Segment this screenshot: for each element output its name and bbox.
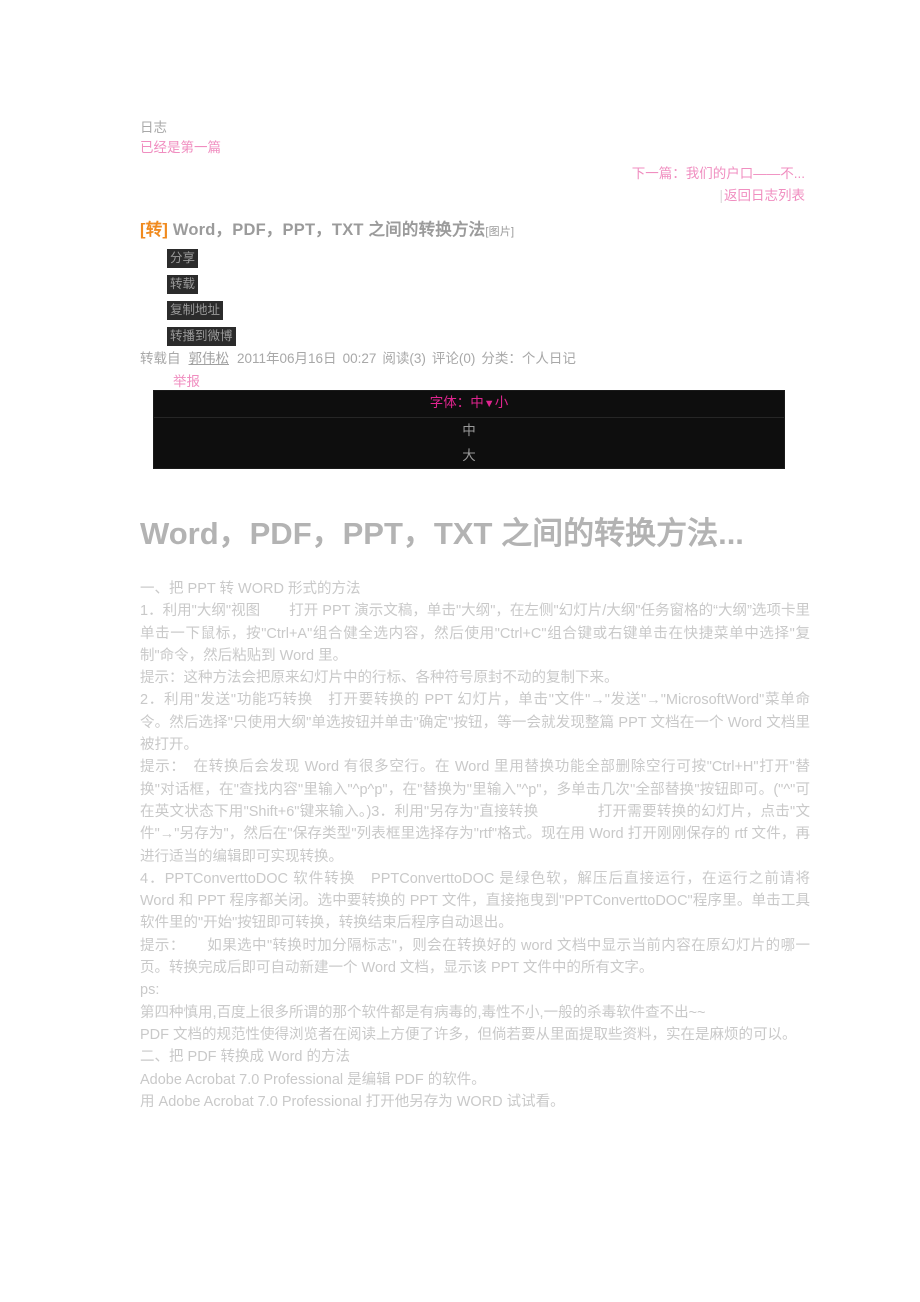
repost-tag: [转] <box>140 221 169 239</box>
read-count: 阅读(3) <box>382 351 426 366</box>
post-meta: 转载自 郭伟松 2011年06月16日 00:27 阅读(3) 评论(0) 分类：个人日记 <box>140 347 576 367</box>
broadcast-to-weibo-button[interactable]: 转播到微博 <box>167 327 236 346</box>
article-paragraph: PDF 文档的规范性使得浏览者在阅读上方便了许多，但倘若要从里面提取些资料，实在… <box>140 1026 797 1043</box>
post-category: 分类：个人日记 <box>481 351 576 366</box>
article-paragraph: 一、把 PPT 转 WORD 形式的方法 <box>140 581 361 597</box>
article-paragraph: ps: <box>140 982 160 999</box>
report-link[interactable]: 举报 <box>173 370 200 390</box>
article-paragraph: 二、把 PDF 转换成 Word 的方法 <box>140 1049 350 1066</box>
first-post-notice: 已经是第一篇 <box>140 140 221 155</box>
picture-tag: [图片] <box>485 226 515 238</box>
article-paragraph: 提示： 如果选中"转换时加分隔标志"，则会在转换好的 word 文档中显示当前内… <box>140 937 810 977</box>
article-body: 一、把 PPT 转 WORD 形式的方法 1．利用"大纲"视图 打开 PPT 演… <box>140 578 810 1113</box>
blog-post-page: 日志 已经是第一篇 下一篇：我们的户口——不... |返回日志列表 [转] Wo… <box>0 0 920 1302</box>
repost-button[interactable]: 转载 <box>167 275 199 294</box>
next-post-link[interactable]: 下一篇：我们的户口——不... <box>632 166 805 181</box>
source-label: 转载自 <box>140 351 181 366</box>
section-label: 日志 <box>140 120 167 135</box>
article-paragraph: 第四种慎用,百度上很多所谓的那个软件都是有病毒的,毒性不小,一般的杀毒软件查不出… <box>140 1004 706 1021</box>
author-link[interactable]: 郭伟松 <box>187 351 232 366</box>
copy-address-button[interactable]: 复制地址 <box>167 301 224 320</box>
article-heading: Word，PDF，PPT，TXT 之间的转换方法... <box>140 516 744 551</box>
share-button[interactable]: 分享 <box>167 249 199 268</box>
top-navigation: 日志 已经是第一篇 <box>140 118 810 158</box>
article-paragraph: 1．利用"大纲"视图 打开 PPT 演示文稿，单击"大纲"，在左侧"幻灯片/大纲… <box>140 603 810 664</box>
font-size-small-option[interactable]: 小 <box>495 395 509 410</box>
post-navigation-links: 下一篇：我们的户口——不... |返回日志列表 <box>140 163 805 207</box>
article-paragraph: 2．利用"发送"功能巧转换 打开要转换的 PPT 幻灯片，单击"文件"→"发送"… <box>140 692 810 754</box>
font-size-selector: 字体：中▼小 中 大 <box>153 390 785 469</box>
article-paragraph: Adobe Acrobat 7.0 Professional 是编辑 PDF 的… <box>140 1071 486 1088</box>
back-to-list-row: |返回日志列表 <box>140 185 805 207</box>
article-paragraph: 4．PPTConverttoDOC 软件转换 PPTConverttoDOC 是… <box>140 870 810 932</box>
page-title: [转] Word，PDF，PPT，TXT 之间的转换方法[图片] <box>140 216 514 240</box>
font-size-current: 中 <box>470 395 484 410</box>
article-paragraph: 用 Adobe Acrobat 7.0 Professional 打开他另存为 … <box>140 1093 565 1110</box>
post-time: 00:27 <box>342 351 377 366</box>
font-size-label: 字体： <box>429 395 471 410</box>
comment-count: 评论(0) <box>431 351 476 366</box>
post-title-text: Word，PDF，PPT，TXT 之间的转换方法 <box>172 221 486 239</box>
font-size-option-medium[interactable]: 中 <box>154 418 784 443</box>
chevron-down-icon[interactable]: ▼ <box>484 398 495 410</box>
back-to-list-link[interactable]: 返回日志列表 <box>724 188 805 203</box>
post-date: 2011年06月16日 <box>237 351 337 366</box>
next-post-row: 下一篇：我们的户口——不... <box>140 163 805 185</box>
share-buttons: 分享 转载 复制地址 转播到微博 <box>167 249 236 353</box>
font-size-current-row[interactable]: 字体：中▼小 <box>154 391 784 418</box>
article-paragraph: 提示： 在转换后会发现 Word 有很多空行。在 Word 里用替换功能全部删除… <box>140 759 810 865</box>
font-size-option-large[interactable]: 大 <box>154 443 784 468</box>
article-paragraph: 提示：这种方法会把原来幻灯片中的行标、各种符号原封不动的复制下来。 <box>140 670 619 687</box>
